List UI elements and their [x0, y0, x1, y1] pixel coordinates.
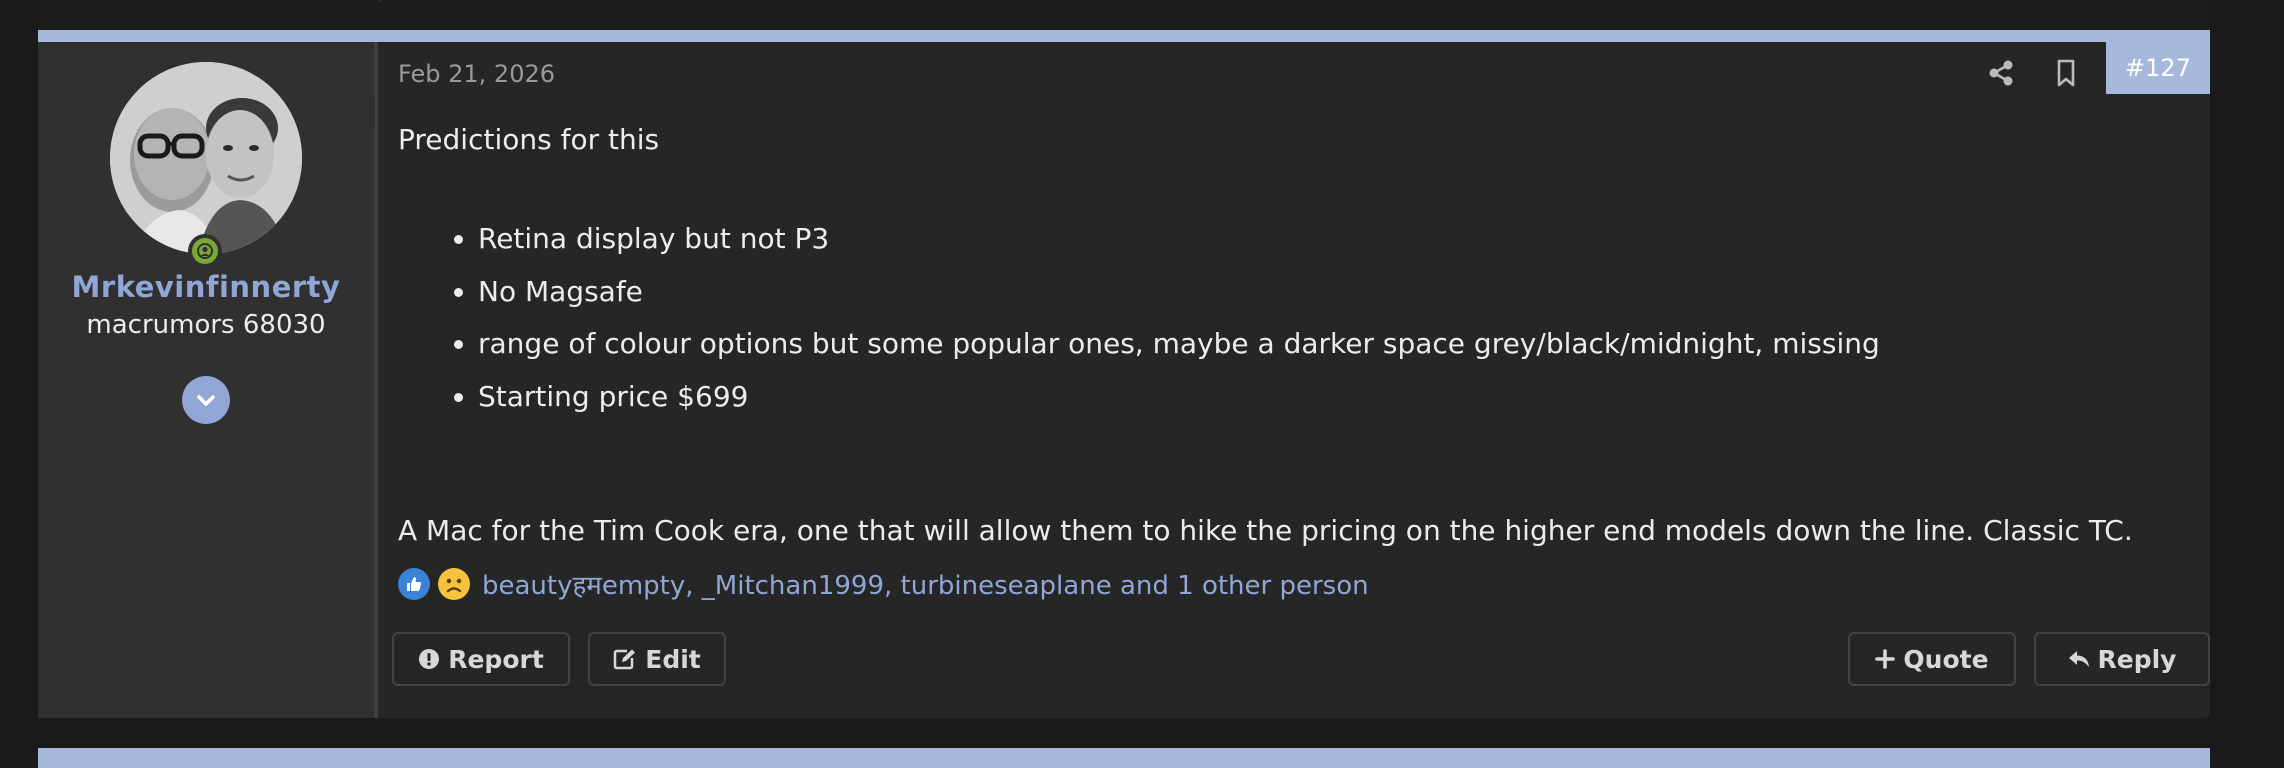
list-item: Starting price $699 — [478, 379, 2178, 415]
avatar-image — [110, 62, 302, 254]
online-indicator — [192, 238, 218, 264]
edit-button[interactable]: Edit — [588, 632, 726, 686]
report-button[interactable]: Report — [392, 632, 570, 686]
reply-icon — [2068, 651, 2089, 667]
report-label: Report — [448, 644, 544, 674]
chevron-down-icon — [197, 395, 215, 406]
post-content: Feb 21, 2026 #127 Predictions for this R… — [392, 42, 2210, 718]
list-item: Retina display but not P3 — [478, 221, 2178, 257]
bookmark-icon[interactable] — [2052, 58, 2080, 88]
forum-post: Mrkevinfinnerty macrumors 68030 Feb 21, … — [38, 30, 2210, 718]
intro-text: Predictions for this — [398, 123, 660, 156]
thumbs-up-icon[interactable] — [398, 568, 430, 600]
alert-icon — [419, 649, 440, 669]
message-arrow — [358, 96, 375, 130]
sad-face-icon[interactable] — [438, 568, 470, 600]
divider — [378, 0, 382, 2]
username-link[interactable]: Mrkevinfinnerty — [38, 270, 374, 304]
list-item: No Magsafe — [478, 274, 2178, 310]
prediction-list: Retina display but not P3 No Magsafe ran… — [398, 221, 2178, 415]
avatar[interactable] — [110, 62, 302, 254]
previous-post-edge — [38, 0, 2210, 30]
closing-text: A Mac for the Tim Cook era, one that wil… — [398, 514, 2133, 547]
share-icon[interactable] — [1986, 58, 2016, 88]
post-date[interactable]: Feb 21, 2026 — [398, 60, 555, 88]
quote-button[interactable]: Quote — [1848, 632, 2016, 686]
user-icon — [197, 243, 213, 259]
message-body: Predictions for this Retina display but … — [398, 122, 2178, 431]
online-status-icon — [188, 234, 222, 268]
user-sidebar: Mrkevinfinnerty macrumors 68030 — [38, 42, 378, 718]
reply-button[interactable]: Reply — [2034, 632, 2210, 686]
expand-user-info-button[interactable] — [182, 376, 230, 424]
quote-label: Quote — [1903, 644, 1989, 674]
post-number-link[interactable]: #127 — [2106, 42, 2210, 94]
plus-icon — [1875, 649, 1896, 669]
reactions-bar: beautyहमempty, _Mitchan1999, turbineseap… — [398, 566, 1369, 602]
list-item: range of colour options but some popular… — [478, 326, 2178, 362]
user-title: macrumors 68030 — [86, 310, 326, 340]
reply-label: Reply — [2097, 644, 2177, 674]
edit-label: Edit — [645, 644, 701, 674]
next-post-edge — [38, 748, 2210, 768]
reaction-users-link[interactable]: beautyहमempty, _Mitchan1999, turbineseap… — [482, 566, 1369, 602]
edit-icon — [614, 649, 636, 670]
